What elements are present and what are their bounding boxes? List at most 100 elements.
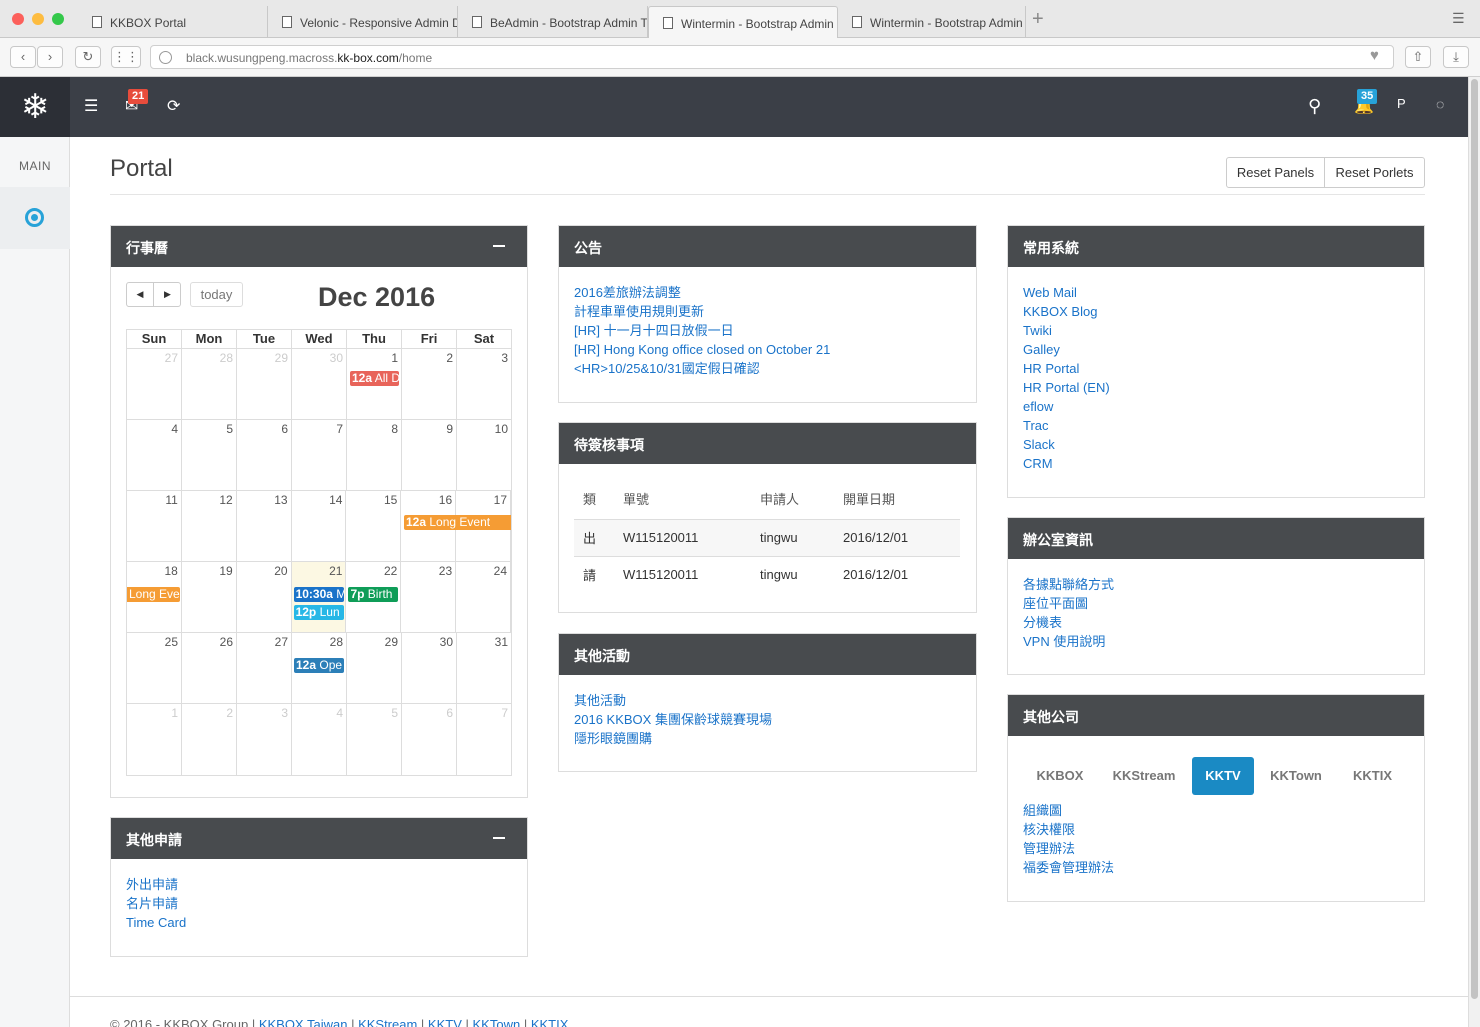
browser-tab-active[interactable]: Wintermin - Bootstrap Admin (648, 6, 838, 38)
calendar-day[interactable]: 3 (237, 704, 292, 775)
calendar-day[interactable]: 22 7p Birth (346, 562, 402, 632)
prev-month-button[interactable]: ◀ (127, 283, 154, 306)
calendar-day[interactable]: 12 (182, 491, 237, 561)
top-sites-grid-icon[interactable]: ⋮⋮ (111, 46, 141, 68)
user-icon[interactable]: P (1397, 96, 1406, 111)
office-link[interactable]: 座位平面圖 (1023, 594, 1409, 613)
sidebar-item-portal[interactable] (0, 187, 70, 249)
activity-link[interactable]: 其他活動 (574, 691, 961, 710)
calendar-day[interactable]: 26 (182, 633, 237, 703)
browser-tab[interactable]: Velonic - Responsive Admin D (268, 6, 458, 38)
calendar-day[interactable]: 15 (346, 491, 402, 561)
calendar-day[interactable]: 4 (127, 420, 182, 490)
calendar-event[interactable]: 10:30a M (293, 587, 344, 602)
system-link[interactable]: Trac (1023, 416, 1409, 435)
minimize-icon[interactable] (493, 245, 505, 247)
calendar-day[interactable]: 29 (347, 633, 402, 703)
calendar-event[interactable]: Long Eve (127, 587, 180, 602)
zoom-window-button[interactable] (52, 13, 64, 25)
tab-kktv[interactable]: KKTV (1192, 757, 1254, 795)
apply-link[interactable]: Time Card (126, 913, 512, 932)
calendar-day[interactable]: 27 (127, 349, 182, 419)
site-info-icon[interactable] (159, 51, 172, 64)
table-row[interactable]: 請 W115120011 tingwu 2016/12/01 (574, 556, 960, 593)
reset-porlets-button[interactable]: Reset Porlets (1324, 157, 1425, 188)
activity-link[interactable]: 隱形眼鏡團購 (574, 729, 961, 748)
next-month-button[interactable]: ▶ (154, 283, 181, 306)
apply-link[interactable]: 外出申請 (126, 875, 512, 894)
calendar-day[interactable]: 9 (402, 420, 457, 490)
calendar-day[interactable]: 29 (237, 349, 292, 419)
system-link[interactable]: Twiki (1023, 321, 1409, 340)
calendar-day[interactable]: 7 (292, 420, 347, 490)
heart-icon[interactable]: ♥ (1370, 47, 1379, 64)
table-row[interactable]: 出 W115120011 tingwu 2016/12/01 (574, 519, 960, 557)
system-link[interactable]: Galley (1023, 340, 1409, 359)
calendar-day[interactable]: 19 (182, 562, 237, 632)
calendar-day[interactable]: 5 (347, 704, 402, 775)
office-link[interactable]: VPN 使用說明 (1023, 632, 1409, 651)
tab-kktown[interactable]: KKTown (1262, 757, 1330, 795)
calendar-day-today[interactable]: 21 10:30a M 12p Lun (291, 562, 347, 632)
close-window-button[interactable] (12, 13, 24, 25)
chat-icon[interactable]: ◌ (1436, 96, 1444, 112)
calendar-day[interactable]: 24 (456, 562, 512, 632)
footer-link[interactable]: KKBOX Taiwan (259, 1017, 348, 1027)
system-link[interactable]: HR Portal (EN) (1023, 378, 1409, 397)
share-button[interactable]: ⇧ (1405, 46, 1431, 68)
tab-kkstream[interactable]: KKStream (1103, 757, 1185, 795)
calendar-day[interactable]: 27 (237, 633, 292, 703)
system-link[interactable]: eflow (1023, 397, 1409, 416)
browser-tab[interactable]: BeAdmin - Bootstrap Admin T (458, 6, 648, 38)
calendar-day[interactable]: 2 (402, 349, 457, 419)
announcement-link[interactable]: 2016差旅辦法調整 (574, 283, 961, 302)
tab-kktix[interactable]: KKTIX (1344, 757, 1401, 795)
calendar-day[interactable]: 1 12a All D (347, 349, 402, 419)
calendar-day[interactable]: 20 (237, 562, 292, 632)
calendar-day[interactable]: 30 (402, 633, 457, 703)
new-tab-button[interactable]: + (1032, 8, 1044, 31)
system-link[interactable]: Web Mail (1023, 283, 1409, 302)
company-link[interactable]: 核決權限 (1023, 820, 1409, 839)
calendar-event[interactable]: 12a All D (350, 371, 399, 386)
calendar-day[interactable]: 3 (457, 349, 511, 419)
browser-tab[interactable]: Wintermin - Bootstrap Admin (838, 6, 1026, 38)
company-link[interactable]: 組織圖 (1023, 801, 1409, 820)
calendar-day[interactable]: 5 (182, 420, 237, 490)
announcement-link[interactable]: 計程車單使用規則更新 (574, 302, 961, 321)
calendar-day[interactable]: 31 (457, 633, 511, 703)
scrollbar-thumb[interactable] (1471, 79, 1478, 999)
browser-tab[interactable]: KKBOX Portal (78, 6, 268, 38)
office-link[interactable]: 分機表 (1023, 613, 1409, 632)
page-scrollbar[interactable] (1468, 77, 1480, 1027)
snowflake-logo-icon[interactable]: ❄ (0, 77, 70, 137)
announcement-link[interactable]: [HR] Hong Kong office closed on October … (574, 340, 961, 359)
announcement-link[interactable]: <HR>10/25&10/31國定假日確認 (574, 359, 961, 378)
forward-button[interactable]: › (37, 46, 63, 68)
footer-link[interactable]: KKTown (473, 1017, 521, 1027)
apply-link[interactable]: 名片申請 (126, 894, 512, 913)
calendar-day[interactable]: 6 (402, 704, 457, 775)
calendar-day[interactable]: 7 (457, 704, 511, 775)
footer-link[interactable]: KKStream (358, 1017, 417, 1027)
announcement-link[interactable]: [HR] 十一月十四日放假一日 (574, 321, 961, 340)
calendar-day[interactable]: 1 (127, 704, 182, 775)
company-link[interactable]: 福委會管理辦法 (1023, 858, 1409, 877)
minimize-icon[interactable] (493, 837, 505, 839)
calendar-day[interactable]: 11 (127, 491, 182, 561)
footer-link[interactable]: KKTV (428, 1017, 462, 1027)
system-link[interactable]: CRM (1023, 454, 1409, 473)
tab-overview-icon[interactable]: ☰ (1452, 10, 1465, 27)
calendar-event[interactable]: 12p Lun (293, 605, 344, 620)
reload-button[interactable]: ↻ (75, 46, 101, 68)
reset-panels-button[interactable]: Reset Panels (1226, 157, 1325, 188)
today-button[interactable]: today (190, 282, 243, 307)
downloads-button[interactable]: ⤓ (1443, 46, 1469, 68)
company-link[interactable]: 管理辦法 (1023, 839, 1409, 858)
office-link[interactable]: 各據點聯絡方式 (1023, 575, 1409, 594)
calendar-day[interactable]: 13 (237, 491, 292, 561)
system-link[interactable]: Slack (1023, 435, 1409, 454)
calendar-day[interactable]: 28 (182, 349, 237, 419)
calendar-day[interactable]: 30 (292, 349, 347, 419)
tab-kkbox[interactable]: KKBOX (1028, 757, 1092, 795)
